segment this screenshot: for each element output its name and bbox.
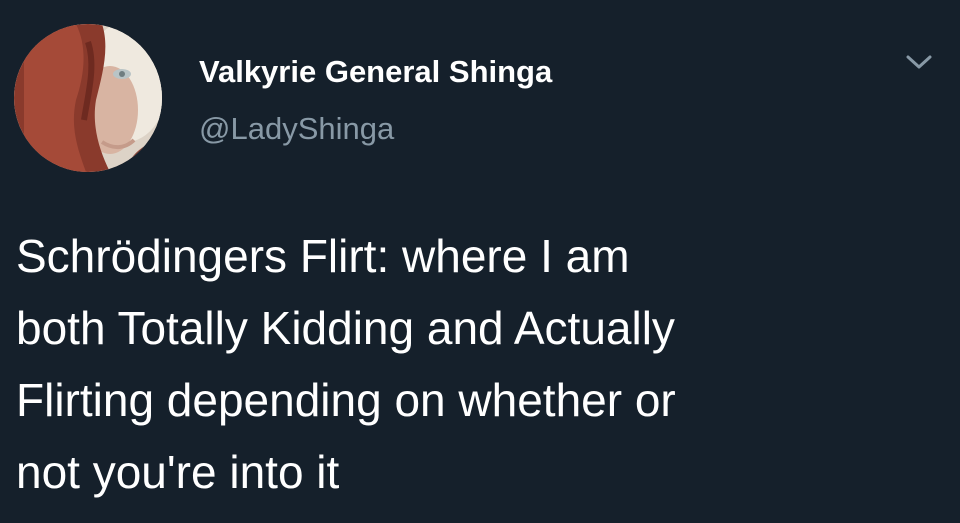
chevron-down-icon — [906, 55, 932, 69]
user-handle[interactable]: @LadyShinga — [199, 111, 394, 147]
tweet-card: Valkyrie General Shinga @LadyShinga Schr… — [0, 0, 960, 523]
tweet-menu-button[interactable] — [902, 50, 936, 74]
tweet-text-line: Flirting depending on whether or — [16, 374, 676, 426]
tweet-text: Schrödingers Flirt: where I am both Tota… — [16, 220, 946, 508]
display-name[interactable]: Valkyrie General Shinga — [199, 54, 552, 90]
tweet-text-line: both Totally Kidding and Actually — [16, 302, 675, 354]
profile-photo-icon — [14, 24, 162, 172]
tweet-text-line: not you're into it — [16, 446, 340, 498]
avatar[interactable] — [14, 24, 162, 172]
tweet-text-line: Schrödingers Flirt: where I am — [16, 230, 630, 282]
